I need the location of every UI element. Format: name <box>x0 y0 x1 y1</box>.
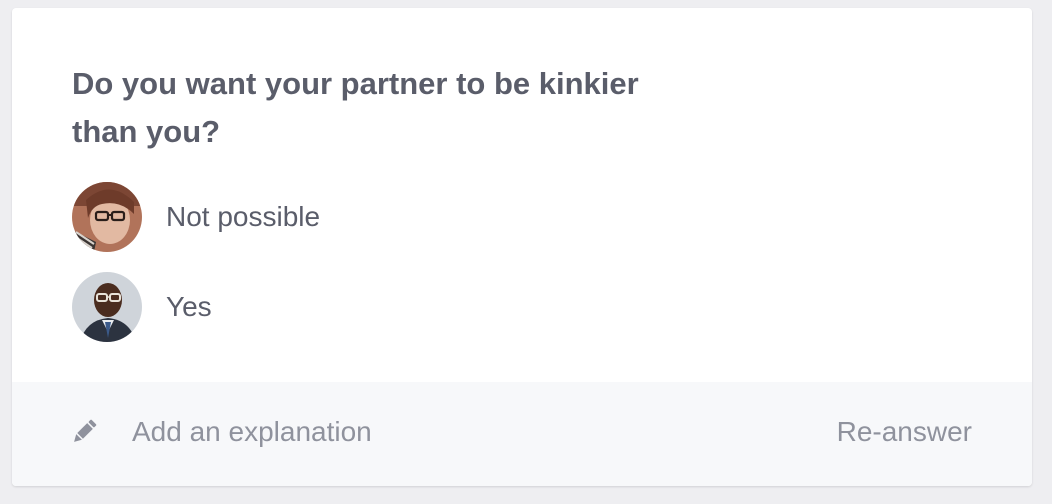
add-explanation-label: Add an explanation <box>132 416 372 447</box>
avatar-man-glasses-icon <box>72 272 142 342</box>
avatar-woman-glasses-icon <box>72 182 142 252</box>
add-explanation-button[interactable]: Add an explanation <box>70 412 372 452</box>
answer-text: Not possible <box>166 201 321 232</box>
avatar <box>72 182 142 252</box>
answer-text: Yes <box>166 291 212 322</box>
pencil-icon <box>74 419 97 442</box>
card-footer: Add an explanation Re-answer <box>12 382 1032 486</box>
answer-row-self: Not possible <box>72 182 320 252</box>
question-title: Do you want your partner to be kinkier t… <box>72 66 639 149</box>
question-card: Do you want your partner to be kinkier t… <box>12 8 1032 486</box>
avatar <box>72 272 142 342</box>
reanswer-button[interactable]: Re-answer <box>837 412 972 452</box>
answer-row-match: Yes <box>72 272 212 342</box>
